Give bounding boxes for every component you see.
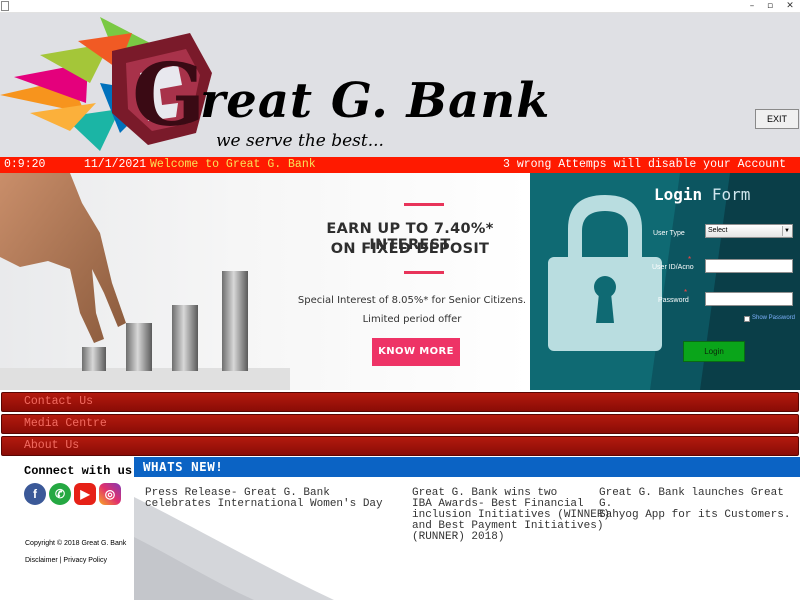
header: G reat G. Bank we serve the best... EXIT [0,13,800,157]
whatsapp-icon[interactable]: ✆ [49,483,71,505]
news-item[interactable]: Great G. Bank wins two IBA Awards- Best … [412,488,610,543]
clock-time: 0:9:20 [4,158,46,171]
brand-tagline: we serve the best... [216,131,384,151]
menu-about-us[interactable]: About Us [1,436,799,456]
close-icon[interactable]: ✕ [780,0,800,12]
user-type-label: User Type [653,230,685,237]
know-more-button[interactable]: KNOW MORE [372,338,460,366]
current-date: 11/1/2021 [84,158,147,171]
instagram-icon[interactable]: ◎ [99,483,121,505]
show-password-checkbox[interactable] [744,316,750,322]
promo-subtext: Special Interest of 8.05%* for Senior Ci… [297,295,527,306]
window-titlebar: – ▫ ✕ [0,0,800,13]
promo-headline-2: ON FIXED DEPOSIT [330,241,490,257]
password-input[interactable] [705,292,793,306]
show-password-label[interactable]: Show Password [752,315,795,321]
facebook-icon[interactable]: f [24,483,46,505]
app-icon [1,1,9,11]
link-separator: | [59,557,62,564]
disclaimer-link[interactable]: Disclaimer [25,557,58,564]
user-type-select[interactable]: Select ▼ [705,224,793,238]
whats-new-header: WHATS NEW! [134,457,800,477]
minimize-icon[interactable]: – [742,0,762,12]
legal-links: Disclaimer | Privacy Policy [25,557,107,564]
news-item[interactable]: Press Release- Great G. Bank celebrates … [145,488,383,510]
status-bar: 0:9:20 11/1/2021 Welcome to Great G. Ban… [0,157,800,173]
login-button[interactable]: Login [683,341,745,362]
logo-letter: G [132,45,205,146]
brand-name: reat G. Bank [200,73,551,129]
news-item[interactable]: Great G. Bank launches Great G. Sahyog A… [599,488,800,521]
required-mark: * [684,288,688,297]
menu-media-centre[interactable]: Media Centre [1,414,799,434]
youtube-icon[interactable]: ▶ [74,483,96,505]
menu-contact-us[interactable]: Contact Us [1,392,799,412]
login-warning: 3 wrong Attemps will disable your Accoun… [503,158,786,171]
privacy-policy-link[interactable]: Privacy Policy [63,557,107,564]
exit-button[interactable]: EXIT [755,109,799,129]
password-label: Password [658,297,689,304]
fixed-deposit-banner: EARN UP TO 7.40%* INTEREST ON FIXED DEPO… [0,173,530,390]
login-title: Login Form [654,185,751,204]
footer-section: Connect with us on f ✆ ▶ ◎ Copyright © 2… [0,457,800,600]
user-id-label: User ID/Acno [652,264,694,271]
promo-subtext-2: Limited period offer [362,314,462,325]
coin-stacks-image [0,173,290,390]
restore-icon[interactable]: ▫ [760,0,780,12]
login-panel: Login Form User Type Select ▼ * User ID/A… [530,173,800,390]
promo-divider [404,203,444,206]
padlock-icon [530,173,800,390]
chevron-down-icon: ▼ [782,226,791,236]
promo-divider [404,271,444,274]
required-mark: * [688,255,692,264]
user-id-input[interactable] [705,259,793,273]
bank-logo-icon: G [0,17,212,151]
copyright-text: Copyright © 2018 Great G. Bank [25,540,127,547]
welcome-marquee: Welcome to Great G. Bank [150,158,316,171]
